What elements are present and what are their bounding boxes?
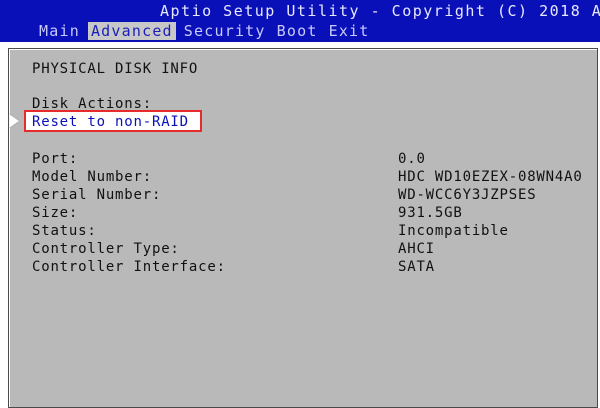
reset-to-non-raid-label: Reset to non-RAID (32, 114, 189, 130)
controller-type-value: AHCI (398, 241, 435, 257)
tab-security[interactable]: Security (181, 22, 269, 40)
top-bar: Aptio Setup Utility - Copyright (C) 2018… (0, 0, 600, 42)
tabs-bar: Main Advanced Security Boot Exit (36, 22, 378, 40)
tab-main[interactable]: Main (36, 22, 83, 40)
size-label: Size: (32, 205, 79, 221)
info-row-controller-interface: Controller Interface: SATA (32, 258, 592, 276)
info-row-controller-type: Controller Type: AHCI (32, 240, 592, 258)
tab-advanced[interactable]: Advanced (87, 22, 176, 40)
serial-number-value: WD-WCC6Y3JZPSES (398, 187, 537, 203)
port-label: Port: (32, 151, 79, 167)
info-row-port: Port: 0.0 (32, 150, 592, 168)
app-title: Aptio Setup Utility - Copyright (C) 2018… (160, 2, 600, 20)
controller-interface-value: SATA (398, 259, 435, 275)
model-number-value: HDC WD10EZEX-08WN4A0 (398, 169, 583, 185)
tab-exit[interactable]: Exit (326, 22, 373, 40)
info-row-serial-number: Serial Number: WD-WCC6Y3JZPSES (32, 186, 592, 204)
model-number-label: Model Number: (32, 169, 152, 185)
info-row-status: Status: Incompatible (32, 222, 592, 240)
status-value: Incompatible (398, 223, 509, 239)
controller-type-label: Controller Type: (32, 241, 180, 257)
info-row-model-number: Model Number: HDC WD10EZEX-08WN4A0 (32, 168, 592, 186)
controller-interface-label: Controller Interface: (32, 259, 226, 275)
serial-number-label: Serial Number: (32, 187, 162, 203)
pointer-icon (9, 114, 19, 128)
reset-to-non-raid-option[interactable]: Reset to non-RAID (24, 110, 202, 132)
size-value: 931.5GB (398, 205, 463, 221)
tab-boot[interactable]: Boot (274, 22, 321, 40)
port-value: 0.0 (398, 151, 426, 167)
status-label: Status: (32, 223, 97, 239)
section-title: PHYSICAL DISK INFO (32, 61, 199, 77)
info-row-size: Size: 931.5GB (32, 204, 592, 222)
